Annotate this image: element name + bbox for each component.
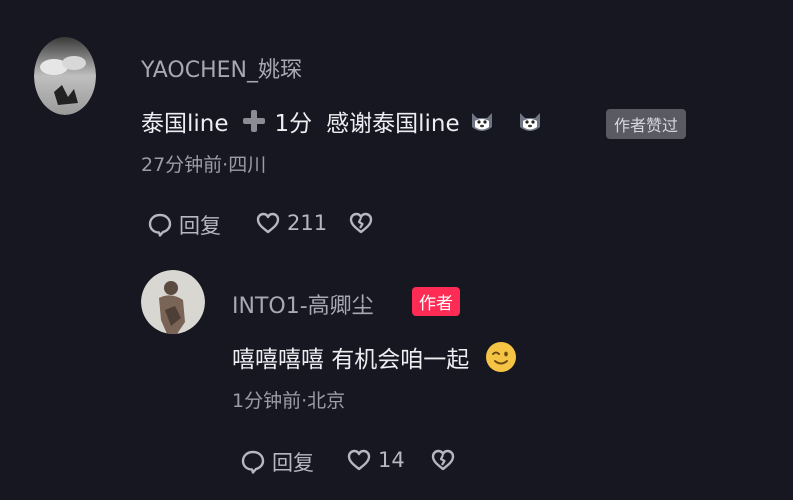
comment-reply-button[interactable]: 回复 [147,210,221,240]
reply-like-button[interactable]: 14 [346,447,405,473]
plus-icon [241,108,267,134]
comment-meta: 27分钟前·四川 [141,154,267,176]
author-badge: 作者 [412,287,460,316]
reply-username[interactable]: INTO1-高卿尘 [232,288,374,320]
reply-text-content: 嘻嘻嘻嘻 有机会咱一起 [232,347,470,373]
comment-text-part2: 1分 [274,111,313,137]
comment-like-button[interactable]: 211 [255,210,327,236]
liked-by-author-badge: 作者赞过 [606,109,687,139]
reply-bubble-icon [241,450,265,474]
reply-avatar[interactable] [141,270,205,334]
reply-label: 回复 [179,214,221,238]
avatar-photo-icon [141,270,205,334]
heart-icon [256,212,280,234]
comment-text: 泰国line 1分 感谢泰国line [141,104,544,138]
comment-dislike-button[interactable] [348,210,380,236]
reply-meta: 1分钟前·北京 [232,390,346,412]
reply-reply-button[interactable]: 回复 [240,447,314,477]
broken-heart-icon [349,212,373,234]
cat-emoji-icon [516,107,544,135]
reply-dislike-button[interactable] [430,447,462,473]
heart-icon [347,449,371,471]
broken-heart-icon [431,449,455,471]
like-count: 14 [378,448,405,472]
comment-text-part3: 感谢泰国line [326,111,460,137]
wink-emoji-icon [485,341,517,373]
avatar-photo-icon [34,37,96,115]
avatar[interactable] [34,37,96,115]
cat-emoji-icon [468,107,496,135]
like-count: 211 [287,211,328,235]
reply-text: 嘻嘻嘻嘻 有机会咱一起 [232,340,517,374]
comment-username[interactable]: YAOCHEN_姚琛 [141,52,302,84]
reply-label: 回复 [272,451,314,475]
reply-bubble-icon [148,213,172,237]
comment-text-part1: 泰国line [141,111,229,137]
